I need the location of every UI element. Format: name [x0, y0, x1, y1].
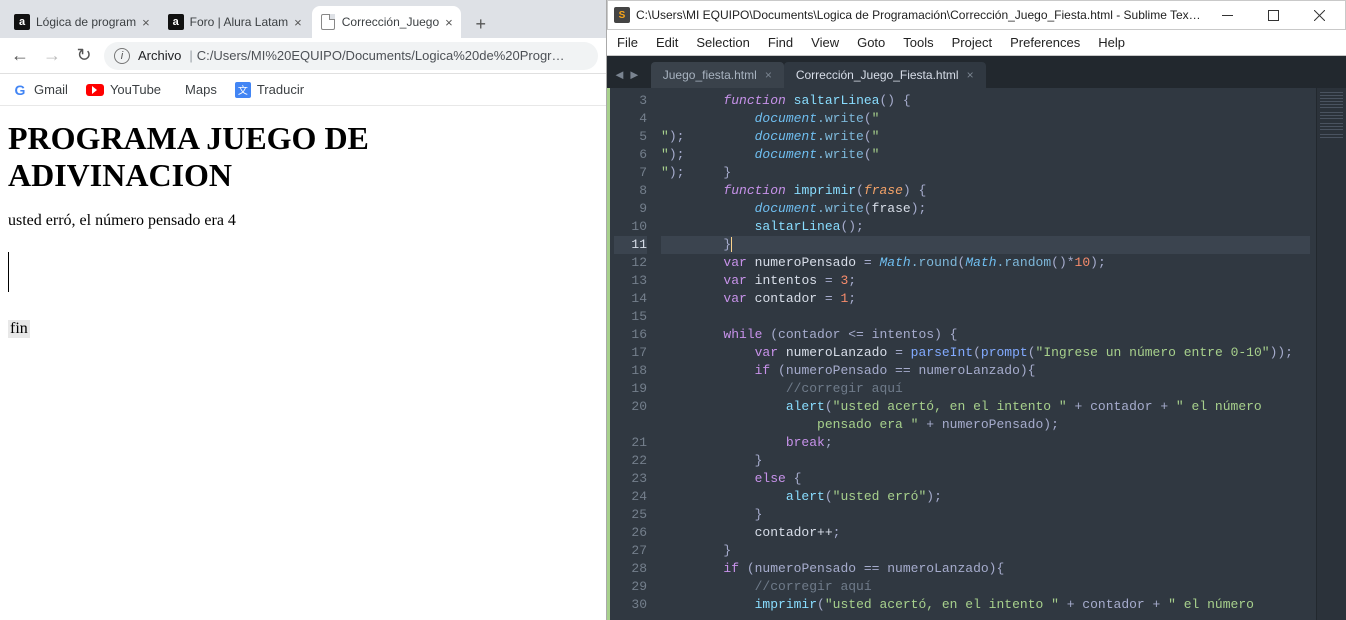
sublime-tabstrip: ◄ ► Juego_fiesta.html × Corrección_Juego… — [607, 56, 1346, 88]
menu-selection[interactable]: Selection — [696, 35, 749, 50]
chrome-tab-3[interactable]: Corrección_Juego × — [312, 6, 461, 38]
menu-view[interactable]: View — [811, 35, 839, 50]
menu-find[interactable]: Find — [768, 35, 793, 50]
close-icon[interactable]: × — [142, 15, 150, 30]
sublime-titlebar: S C:\Users\MI EQUIPO\Documents\Logica de… — [607, 0, 1346, 30]
youtube-icon — [86, 84, 104, 96]
minimize-button[interactable] — [1207, 1, 1247, 29]
tab-nav: ◄ ► — [613, 67, 641, 88]
document-favicon — [320, 14, 336, 30]
bookmark-maps[interactable]: Maps — [179, 82, 217, 97]
tab-next-icon[interactable]: ► — [628, 67, 641, 82]
maximize-button[interactable] — [1253, 1, 1293, 29]
text-caret — [8, 252, 9, 292]
menu-preferences[interactable]: Preferences — [1010, 35, 1080, 50]
alura-favicon: a — [14, 14, 30, 30]
back-button[interactable]: ← — [8, 44, 32, 68]
sublime-tab-2[interactable]: Corrección_Juego_Fiesta.html × — [784, 62, 986, 88]
tab-title: Foro | Alura Latam — [190, 15, 289, 29]
code-area[interactable]: function saltarLinea() { document.write(… — [655, 88, 1316, 620]
close-icon[interactable]: × — [765, 68, 772, 82]
menu-tools[interactable]: Tools — [903, 35, 933, 50]
tab-title: Corrección_Juego_Fiesta.html — [796, 68, 959, 82]
sublime-icon: S — [614, 7, 630, 23]
sublime-window: S C:\Users\MI EQUIPO\Documents\Logica de… — [607, 0, 1346, 620]
close-icon[interactable]: × — [967, 68, 974, 82]
menu-file[interactable]: File — [617, 35, 638, 50]
address-bar[interactable]: i Archivo | C:/Users/MI%20EQUIPO/Documen… — [104, 42, 598, 70]
bookmark-youtube[interactable]: YouTube — [86, 82, 161, 97]
close-icon[interactable]: × — [294, 15, 302, 30]
menu-goto[interactable]: Goto — [857, 35, 885, 50]
forward-button[interactable]: → — [40, 44, 64, 68]
page-message: usted erró, el número pensado era 4 — [8, 212, 598, 230]
chrome-window: a Lógica de program × a Foro | Alura Lat… — [0, 0, 607, 620]
chrome-tab-1[interactable]: a Lógica de program × — [6, 6, 158, 38]
reload-button[interactable]: ↻ — [72, 44, 96, 68]
bookmark-gmail[interactable]: G Gmail — [12, 82, 68, 98]
alura-favicon: a — [168, 14, 184, 30]
tab-prev-icon[interactable]: ◄ — [613, 67, 626, 82]
line-gutter[interactable]: 34567891011121314151617181920 2122232425… — [607, 88, 655, 620]
menu-edit[interactable]: Edit — [656, 35, 678, 50]
tab-title: Lógica de program — [36, 15, 136, 29]
window-close-button[interactable] — [1299, 1, 1339, 29]
chrome-tab-2[interactable]: a Foro | Alura Latam × — [160, 6, 310, 38]
tab-title: Juego_fiesta.html — [663, 68, 757, 82]
minimap[interactable] — [1316, 88, 1346, 620]
chrome-toolbar: ← → ↻ i Archivo | C:/Users/MI%20EQUIPO/D… — [0, 38, 606, 74]
page-title: PROGRAMA JUEGO DE ADIVINACION — [8, 120, 598, 194]
page-content: PROGRAMA JUEGO DE ADIVINACION usted erró… — [0, 106, 606, 620]
tab-title: Corrección_Juego — [342, 15, 439, 29]
sublime-tab-1[interactable]: Juego_fiesta.html × — [651, 62, 784, 88]
bookmarks-bar: G Gmail YouTube Maps 文 Traducir — [0, 74, 606, 106]
translate-icon: 文 — [235, 82, 251, 98]
close-icon[interactable]: × — [445, 15, 453, 30]
bookmark-traducir[interactable]: 文 Traducir — [235, 82, 304, 98]
menu-help[interactable]: Help — [1098, 35, 1125, 50]
new-tab-button[interactable]: + — [467, 10, 495, 38]
address-label: Archivo — [138, 48, 181, 63]
sublime-menubar: File Edit Selection Find View Goto Tools… — [607, 30, 1346, 56]
menu-project[interactable]: Project — [952, 35, 992, 50]
address-path: C:/Users/MI%20EQUIPO/Documents/Logica%20… — [197, 48, 565, 63]
info-icon[interactable]: i — [114, 48, 130, 64]
page-fin: fin — [8, 320, 30, 338]
editor-body: 34567891011121314151617181920 2122232425… — [607, 88, 1346, 620]
google-icon: G — [12, 82, 28, 98]
sublime-title: C:\Users\MI EQUIPO\Documents\Logica de P… — [636, 8, 1201, 22]
chrome-tabstrip: a Lógica de program × a Foro | Alura Lat… — [0, 0, 606, 38]
